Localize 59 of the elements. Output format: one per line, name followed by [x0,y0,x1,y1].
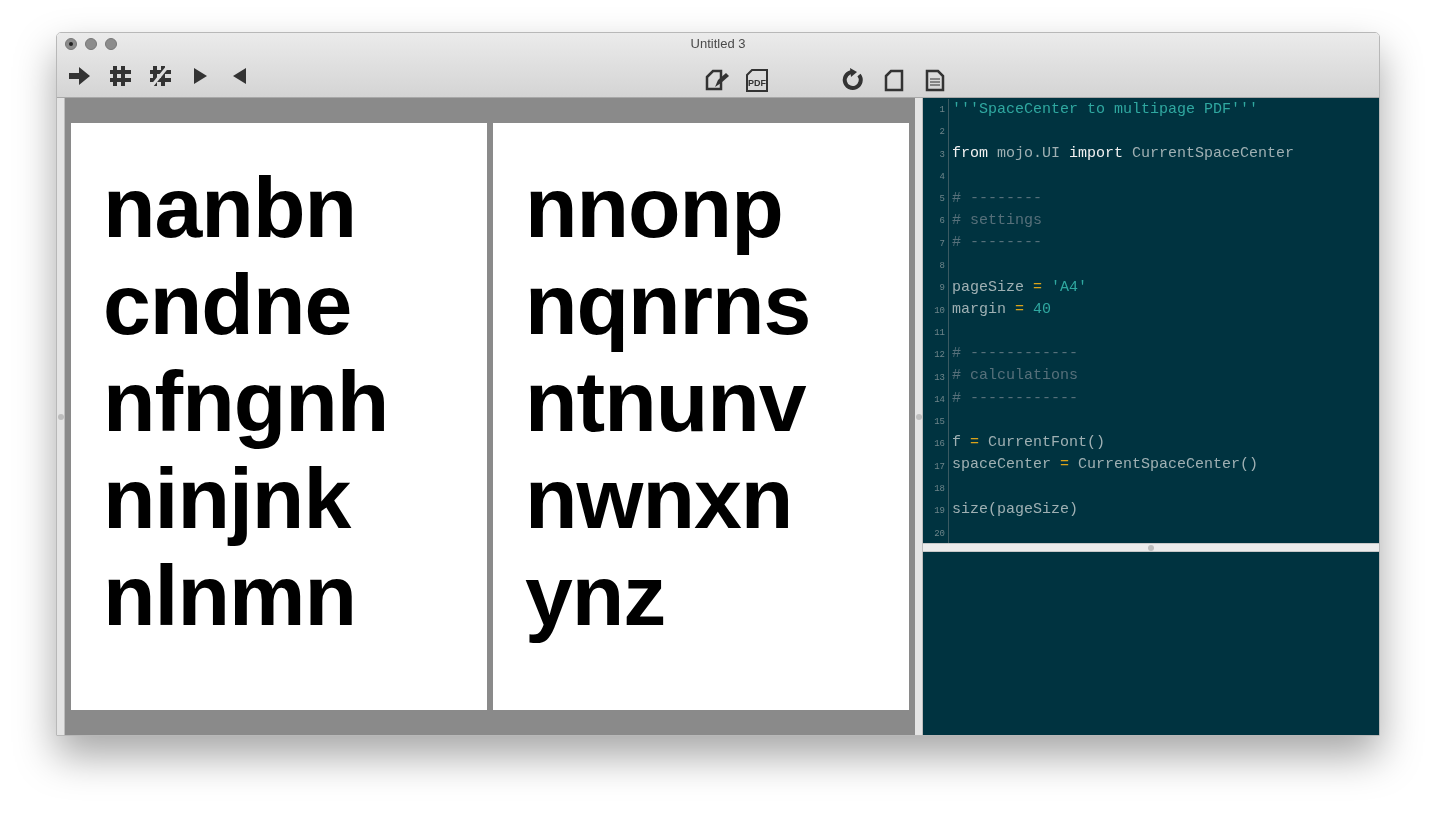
line-number: 16 [934,438,945,452]
code-editor[interactable] [923,98,1379,543]
code-line: # -------- [952,188,1042,209]
line-number: 19 [934,505,945,519]
splitter-handle[interactable] [915,98,923,735]
line-number: 6 [939,215,945,229]
line-number: 7 [939,237,945,251]
grip-icon [1148,544,1154,551]
line-number: 4 [939,170,945,184]
hash-icon[interactable] [107,63,133,89]
line-number: 1 [939,104,945,117]
code-line: f = CurrentFont() [952,433,1106,454]
document-pen-icon[interactable] [703,67,729,93]
glyph-line: ninjnk [103,450,351,547]
glyph-line: nqnrns [525,256,811,353]
close-button[interactable] [65,38,77,50]
grip-icon [915,413,922,420]
code-line: '''SpaceCenter to multipage PDF''' [952,100,1259,120]
glyph-line: ntnunv [525,353,806,450]
code-line: margin = 40 [952,299,1052,320]
line-number: 10 [934,304,945,318]
line-number: 9 [939,282,945,296]
line-number: 8 [939,260,945,274]
splitter-handle[interactable] [57,98,65,735]
line-number: 3 [939,148,945,162]
glyph-line: nlnmn [103,547,356,644]
code-line: from mojo.UI import CurrentSpaceCenter [952,144,1295,165]
line-number: 14 [934,393,945,407]
code-line: # -------- [952,233,1042,254]
refresh-icon[interactable] [840,67,866,93]
line-number: 2 [939,126,945,140]
line-number: 5 [939,193,945,207]
hash-slash-icon[interactable] [147,63,173,89]
line-number: 18 [934,483,945,497]
line-number: 15 [934,416,945,430]
splitter-handle[interactable] [923,543,1379,552]
code-line: size(pageSize) [952,499,1079,520]
glyph-line: nwnxn [525,450,793,547]
code-line: # settings [952,210,1042,231]
glyph-line: nnonp [525,159,783,256]
grip-icon [57,413,64,420]
window-title: Untitled 3 [690,35,746,54]
code-line: # calculations [952,366,1079,387]
line-number: 17 [934,460,945,474]
code-line: # ------------ [952,344,1079,365]
glyph-line: nanbn [103,159,356,256]
glyph-line: cndne [103,256,352,353]
minimize-button[interactable] [85,38,97,50]
glyph-line: nfngnh [103,353,389,450]
code-line: pageSize = 'A4' [952,277,1088,298]
line-number: 12 [934,349,945,363]
line-number: 13 [934,371,945,385]
zoom-button[interactable] [105,38,117,50]
pdf-document-icon[interactable]: PDF [744,67,770,93]
code-line: # ------------ [952,388,1079,409]
code-line: spaceCenter = CurrentSpaceCenter() [952,455,1259,476]
line-number: 20 [934,527,945,541]
line-number: 11 [934,326,945,340]
glyph-line: ynz [525,547,666,644]
